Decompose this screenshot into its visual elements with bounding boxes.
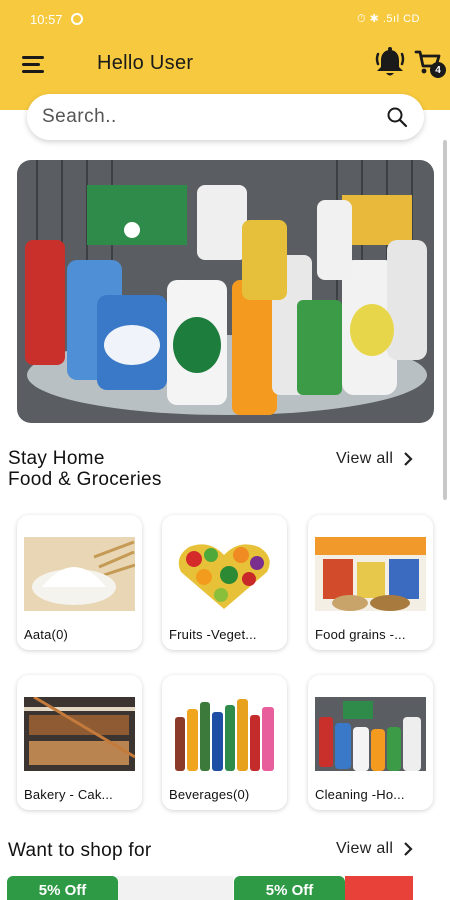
scroll-indicator[interactable]	[443, 140, 447, 500]
bell-icon[interactable]	[374, 46, 406, 80]
offer-tile-image[interactable]	[117, 876, 233, 900]
category-card-beverages[interactable]: Beverages(0)	[162, 675, 287, 810]
category-label: Bakery - Cak...	[24, 787, 113, 802]
chevron-right-icon	[404, 452, 413, 466]
globe-icon	[70, 13, 83, 25]
view-all-label: View all	[336, 840, 394, 857]
food-grains-image	[315, 537, 426, 611]
fruits-vegetables-image	[169, 537, 280, 611]
status-right: ⏱ ✱ .5ıl CD	[356, 13, 420, 25]
status-time: 10:57	[30, 11, 63, 27]
category-card-cleaning[interactable]: Cleaning -Ho...	[308, 675, 433, 810]
category-card-aata[interactable]: Aata(0)	[17, 515, 142, 650]
flour-image	[24, 537, 135, 611]
offer-badge[interactable]: 5% Off	[234, 876, 345, 900]
category-label: Fruits -Veget...	[169, 627, 257, 642]
section-title-line1: Stay Home	[8, 448, 105, 469]
search-input[interactable]	[42, 106, 386, 128]
offer-badge[interactable]: 5% Off	[7, 876, 118, 900]
category-label: Aata(0)	[24, 627, 69, 642]
search-icon[interactable]	[386, 106, 408, 128]
page-title: Hello User	[97, 52, 194, 74]
view-all-food-button[interactable]: View all	[336, 450, 413, 468]
search-bar[interactable]	[27, 94, 424, 140]
category-card-bakery[interactable]: Bakery - Cak...	[17, 675, 142, 810]
status-bar: 10:57 ⏱ ✱ .5ıl CD	[0, 0, 450, 38]
beverages-image	[169, 697, 280, 771]
cart-count-badge: 4	[430, 62, 446, 78]
status-left: 10:57	[30, 12, 83, 27]
cart-icon[interactable]: 4	[414, 48, 446, 80]
section-title-line2: Food & Groceries	[8, 469, 162, 490]
category-card-fruits[interactable]: Fruits -Veget...	[162, 515, 287, 650]
view-all-label: View all	[336, 450, 394, 467]
cleaning-products-image	[17, 160, 434, 423]
chevron-right-icon	[404, 842, 413, 856]
menu-icon[interactable]	[22, 52, 50, 76]
cleaning-image	[315, 697, 426, 771]
category-card-food-grains[interactable]: Food grains -...	[308, 515, 433, 650]
section-title-shop: Want to shop for	[8, 840, 152, 861]
view-all-shop-button[interactable]: View all	[336, 840, 413, 858]
section-title-food: Stay Home Food & Groceries	[8, 448, 162, 490]
category-label: Beverages(0)	[169, 787, 250, 802]
category-label: Food grains -...	[315, 627, 406, 642]
category-label: Cleaning -Ho...	[315, 787, 405, 802]
bakery-image	[24, 697, 135, 771]
offer-tile-image[interactable]	[345, 876, 413, 900]
promo-banner[interactable]	[17, 160, 434, 423]
